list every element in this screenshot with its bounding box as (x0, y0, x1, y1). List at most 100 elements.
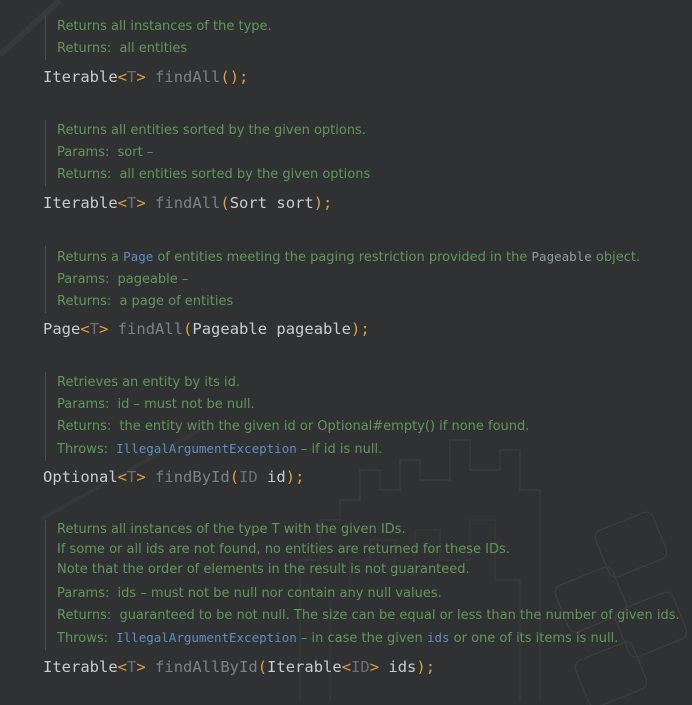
params-key: Params: (57, 272, 110, 287)
generic-close: > (136, 658, 146, 676)
doc-params: Params: sort – (57, 142, 370, 164)
arg-type: ID (239, 468, 258, 486)
generic-close: > (136, 468, 146, 486)
arg-name: id (267, 468, 286, 486)
returns-text: the entity with the given id or Optional… (119, 419, 530, 434)
returns-text: all entities (119, 41, 188, 56)
method-name[interactable]: findAll (155, 68, 220, 86)
returns-text: a page of entities (119, 294, 234, 309)
throws-text: – in case the given (300, 631, 423, 646)
doc-returns: Returns: all entities sorted by the give… (57, 164, 370, 186)
doc-summary: Returns all instances of the type T with… (57, 522, 406, 537)
type-param: T (127, 194, 137, 212)
method-name[interactable]: findAllById (155, 658, 258, 676)
type-param: T (127, 68, 137, 86)
generic-open: < (117, 194, 127, 212)
returns-key: Returns: (57, 608, 112, 623)
params-text: id – must not be null. (117, 397, 255, 412)
doc-throws: Throws: IllegalArgumentException – in ca… (57, 627, 680, 650)
method-name[interactable]: findAll (118, 320, 183, 338)
throws-key: Throws: (57, 442, 108, 457)
exception-link[interactable]: IllegalArgumentException (116, 630, 297, 645)
semicolon: ; (425, 658, 436, 676)
return-type: Iterable (43, 68, 118, 86)
semicolon: ; (239, 68, 249, 86)
returns-text: all entities sorted by the given options (119, 167, 371, 182)
generic-open: < (341, 658, 352, 676)
throws-text: or one of its items is null. (453, 631, 619, 646)
returns-key: Returns: (57, 419, 112, 434)
return-type: Optional (43, 468, 118, 486)
javadoc-findall: Returns all instances of the type. Retur… (45, 16, 272, 60)
doc-summary: Returns all instances of the type. (57, 19, 272, 34)
params-key: Params: (57, 397, 110, 412)
generic-open: < (117, 68, 127, 86)
returns-text: guaranteed to be not null. The size can … (119, 608, 680, 623)
javadoc-findall-sort: Returns all entities sorted by the given… (45, 120, 370, 186)
doc-returns: Returns: all entities (57, 38, 272, 60)
generic-close: > (99, 320, 109, 338)
summary-part: object. (595, 250, 641, 265)
returns-key: Returns: (57, 41, 112, 56)
generic-open: < (117, 468, 127, 486)
params-key: Params: (57, 145, 110, 160)
generic-close: > (369, 658, 380, 676)
doc-summary: Note that the order of elements in the r… (57, 562, 470, 577)
doc-returns: Returns: the entity with the given id or… (57, 416, 529, 438)
type-param: T (89, 320, 100, 338)
generic-open: < (80, 320, 90, 338)
summary-part: Returns a (57, 250, 120, 265)
paren-close: ) (416, 658, 426, 676)
paren-open: ( (220, 194, 230, 212)
method-name[interactable]: findAll (155, 194, 220, 212)
method-name[interactable]: findById (155, 468, 230, 486)
paren-open: ( (229, 468, 240, 486)
method-signature-findall-sort[interactable]: Iterable<T> findAll(Sort sort); (43, 192, 332, 214)
semicolon: ; (295, 468, 305, 486)
generic-close: > (136, 194, 146, 212)
return-type: Page (43, 320, 81, 338)
return-type: Iterable (43, 658, 118, 676)
paren-open: ( (220, 68, 230, 86)
summary-part: of entities meeting the paging restricti… (157, 250, 528, 265)
params-text: sort – (117, 145, 154, 160)
throws-text: – if id is null. (300, 442, 383, 457)
paren-close: ) (313, 194, 324, 212)
doc-params: Params: id – must not be null. (57, 394, 529, 416)
method-signature-findall-pageable[interactable]: Page<T> findAll(Pageable pageable); (43, 318, 370, 340)
params-text: ids – must not be null nor contain any n… (117, 586, 442, 601)
semicolon: ; (360, 320, 370, 338)
generic-close: > (136, 68, 146, 86)
type-param: T (127, 468, 137, 486)
doc-params: Params: ids – must not be null nor conta… (57, 583, 680, 605)
doc-summary: Returns all entities sorted by the given… (57, 123, 366, 138)
paren-open: ( (257, 658, 268, 676)
exception-link[interactable]: IllegalArgumentException (116, 441, 297, 456)
paren-close: ) (229, 68, 240, 86)
method-signature-findallbyid[interactable]: Iterable<T> findAllById(Iterable<ID> ids… (43, 656, 435, 678)
params-text: pageable – (117, 272, 189, 287)
method-signature-findall[interactable]: Iterable<T> findAll(); (43, 66, 248, 88)
doc-summary: Returns a Page of entities meeting the p… (57, 246, 640, 269)
paren-open: ( (183, 320, 193, 338)
paren-close: ) (351, 320, 361, 338)
pageable-code: Pageable (531, 249, 592, 264)
code-editor[interactable]: Returns all instances of the type. Retur… (0, 0, 692, 705)
doc-returns: Returns: a page of entities (57, 291, 640, 313)
page-link[interactable]: Page (123, 249, 153, 264)
generic-open: < (117, 658, 127, 676)
javadoc-findbyid: Retrieves an entity by its id. Params: i… (45, 372, 529, 461)
return-type: Iterable (43, 194, 118, 212)
returns-key: Returns: (57, 167, 112, 182)
method-args: Sort sort (229, 194, 314, 212)
method-signature-findbyid[interactable]: Optional<T> findById(ID id); (43, 466, 304, 488)
doc-throws: Throws: IllegalArgumentException – if id… (57, 438, 529, 461)
doc-returns: Returns: guaranteed to be not null. The … (57, 605, 680, 627)
method-args: Pageable pageable (192, 320, 352, 338)
type-param: T (127, 658, 137, 676)
javadoc-findallbyid: Returns all instances of the type T with… (45, 520, 680, 650)
returns-key: Returns: (57, 294, 112, 309)
paren-close: ) (285, 468, 296, 486)
arg-name: ids (388, 658, 417, 676)
params-key: Params: (57, 586, 110, 601)
